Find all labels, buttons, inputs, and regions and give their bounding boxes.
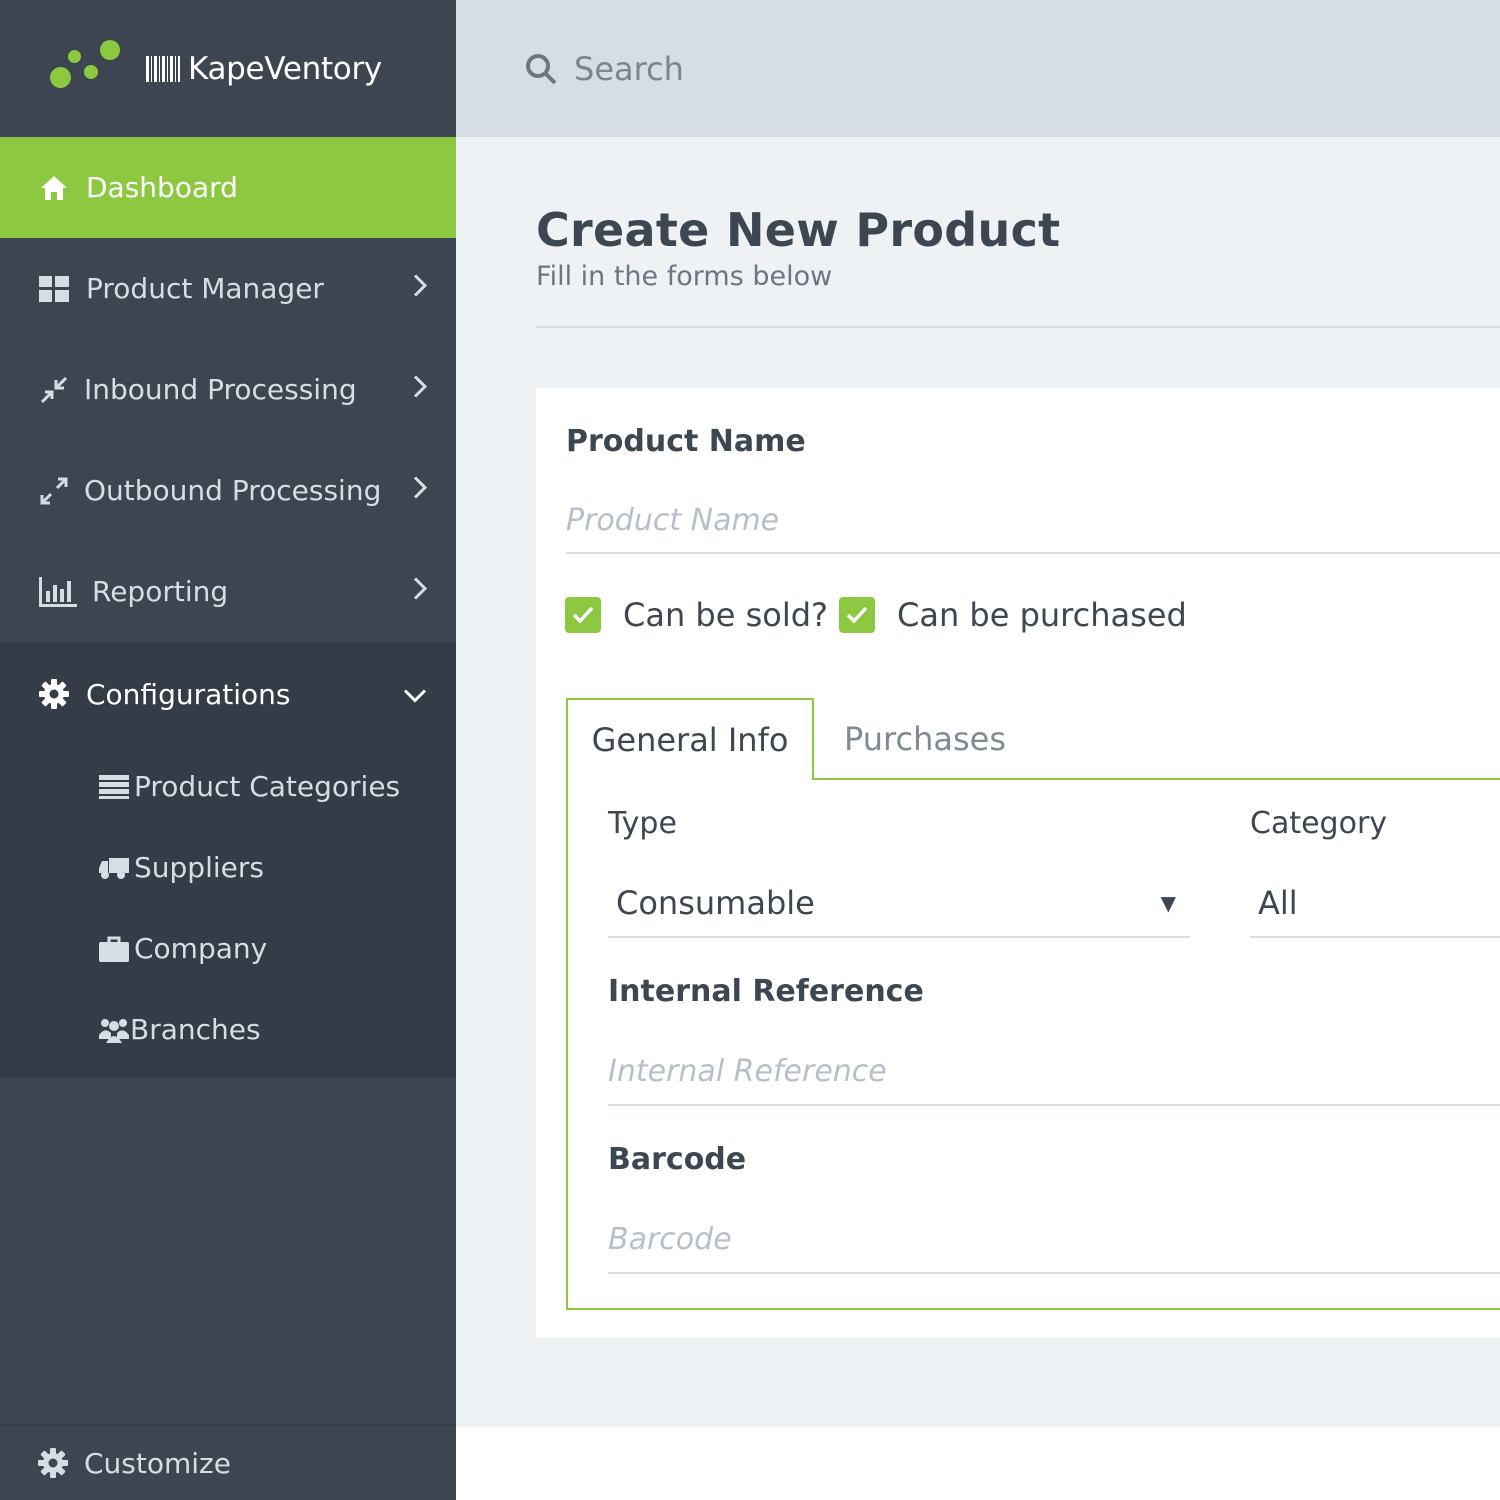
- brand-name: KapeVentory: [188, 50, 382, 87]
- type-select-value: Consumable: [616, 884, 815, 922]
- sidebar-item-inbound-processing[interactable]: Inbound Processing: [0, 339, 456, 440]
- bar-chart-icon: [38, 576, 78, 608]
- type-label: Type: [608, 806, 677, 841]
- can-be-purchased-label: Can be purchased: [897, 596, 1187, 634]
- product-name-input[interactable]: [566, 488, 1500, 554]
- barcode-label: Barcode: [608, 1142, 747, 1177]
- sidebar-item-label: Dashboard: [86, 171, 238, 204]
- expand-arrows-icon: [38, 475, 70, 507]
- sidebar-item-label: Inbound Processing: [84, 373, 357, 406]
- checkmark-icon: [839, 597, 875, 633]
- truck-icon: [98, 854, 130, 882]
- sidebar-subitem-suppliers[interactable]: Suppliers: [0, 827, 456, 908]
- page-subtitle: Fill in the forms below: [536, 261, 833, 292]
- barcode-icon: [146, 55, 180, 82]
- brand[interactable]: KapeVentory: [0, 0, 456, 137]
- sidebar-item-label: Outbound Processing: [84, 474, 382, 507]
- topbar: [456, 0, 1500, 137]
- barcode-input[interactable]: [608, 1206, 1500, 1274]
- product-form-card: Product Name Can be sold? Can be purchas…: [536, 388, 1500, 1338]
- configurations-group: Configurations Product Categories Suppli…: [0, 642, 456, 1078]
- checkmark-icon: [565, 597, 601, 633]
- can-be-purchased-checkbox[interactable]: Can be purchased: [839, 596, 1187, 634]
- product-name-label: Product Name: [566, 424, 806, 459]
- sidebar-subitem-company[interactable]: Company: [0, 908, 456, 989]
- sidebar-item-customize[interactable]: Customize: [0, 1424, 456, 1500]
- sidebar-item-reporting[interactable]: Reporting: [0, 541, 456, 642]
- gear-icon: [38, 678, 70, 710]
- category-select-value: All: [1258, 884, 1298, 922]
- sidebar-subitem-label: Company: [134, 932, 268, 965]
- chevron-right-icon: [412, 474, 428, 507]
- type-select[interactable]: Consumable ▼: [608, 870, 1190, 938]
- sidebar-subitem-label: Suppliers: [134, 851, 264, 884]
- can-be-sold-checkbox[interactable]: Can be sold?: [565, 596, 828, 634]
- tab-purchases[interactable]: Purchases: [814, 698, 1036, 780]
- search-icon: [524, 52, 558, 86]
- compress-arrows-icon: [38, 374, 70, 406]
- grid-icon: [38, 273, 70, 305]
- sidebar-item-label: Configurations: [86, 677, 291, 711]
- list-icon: [98, 773, 130, 801]
- general-info-panel: Type Consumable ▼ Category All Internal …: [566, 778, 1500, 1310]
- briefcase-icon: [98, 935, 130, 963]
- main-content: Create New Product Fill in the forms bel…: [456, 137, 1500, 1427]
- divider: [536, 326, 1500, 328]
- users-icon: [98, 1016, 130, 1044]
- internal-reference-input[interactable]: [608, 1038, 1500, 1106]
- dropdown-caret-icon: ▼: [1160, 891, 1176, 915]
- can-be-sold-label: Can be sold?: [623, 596, 829, 634]
- sidebar: KapeVentory Dashboard Product Manager In…: [0, 0, 456, 1500]
- sidebar-item-label: Customize: [84, 1446, 231, 1480]
- product-tabs: General Info Purchases Type Consumable ▼…: [566, 698, 1500, 1310]
- internal-reference-label: Internal Reference: [608, 974, 924, 1009]
- sidebar-subitem-product-categories[interactable]: Product Categories: [0, 746, 456, 827]
- sidebar-item-outbound-processing[interactable]: Outbound Processing: [0, 440, 456, 541]
- category-label: Category: [1250, 806, 1388, 841]
- chevron-right-icon: [412, 575, 428, 608]
- category-select[interactable]: All: [1250, 870, 1500, 938]
- chevron-right-icon: [412, 373, 428, 406]
- sidebar-item-dashboard[interactable]: Dashboard: [0, 137, 456, 238]
- tab-general-info[interactable]: General Info: [566, 698, 814, 780]
- chevron-right-icon: [412, 272, 428, 305]
- sidebar-item-product-manager[interactable]: Product Manager: [0, 238, 456, 339]
- sidebar-item-label: Reporting: [92, 575, 229, 608]
- sidebar-item-configurations[interactable]: Configurations: [0, 642, 456, 746]
- sidebar-item-label: Product Manager: [86, 272, 324, 305]
- gear-icon: [38, 1448, 68, 1478]
- home-icon: [38, 172, 70, 204]
- sidebar-subitem-label: Product Categories: [134, 770, 401, 803]
- sidebar-subitem-label: Branches: [130, 1013, 261, 1046]
- search-input[interactable]: [574, 49, 1174, 88]
- chevron-down-icon: [402, 678, 428, 711]
- page-title: Create New Product: [536, 203, 1061, 257]
- sidebar-subitem-branches[interactable]: Branches: [0, 989, 456, 1070]
- logo: [48, 39, 128, 99]
